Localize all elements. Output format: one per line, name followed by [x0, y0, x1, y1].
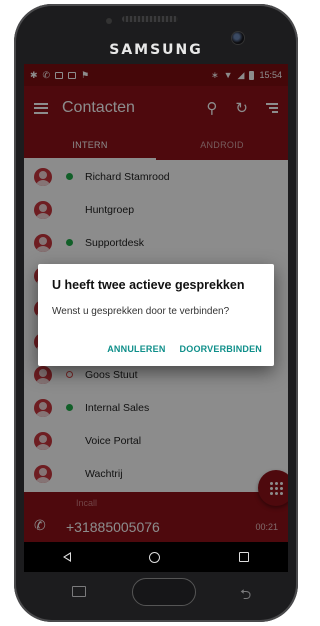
dialog-actions: ANNULEREN DOORVERBINDEN	[107, 344, 262, 354]
phone-top-bezel: SAMSUNG	[14, 4, 298, 66]
dialog-message: Wenst u gesprekken door te verbinden?	[52, 306, 230, 317]
back-key-icon[interactable]: ⮌	[240, 584, 251, 608]
active-calls-dialog: U heeft twee actieve gesprekken Wenst u …	[38, 264, 274, 366]
brand-logo: SAMSUNG	[109, 42, 203, 58]
proximity-sensor	[106, 18, 112, 24]
cancel-button[interactable]: ANNULEREN	[107, 344, 165, 354]
hardware-keys: ⮌	[14, 572, 298, 622]
home-key[interactable]	[132, 578, 196, 606]
dialog-title: U heeft twee actieve gesprekken	[52, 278, 245, 292]
home-icon[interactable]	[149, 551, 161, 563]
earpiece-speaker	[122, 16, 178, 22]
recent-apps-icon[interactable]	[238, 552, 249, 562]
back-icon[interactable]	[63, 552, 72, 562]
android-nav-bar	[24, 542, 288, 572]
recent-apps-key-icon[interactable]	[72, 586, 86, 597]
screen: ✱ ✆ ⚑ ∗ ▼ ◢ 15:54 Contacten ⚲ ↻ INTERN A…	[24, 64, 288, 572]
transfer-button[interactable]: DOORVERBINDEN	[180, 344, 262, 354]
